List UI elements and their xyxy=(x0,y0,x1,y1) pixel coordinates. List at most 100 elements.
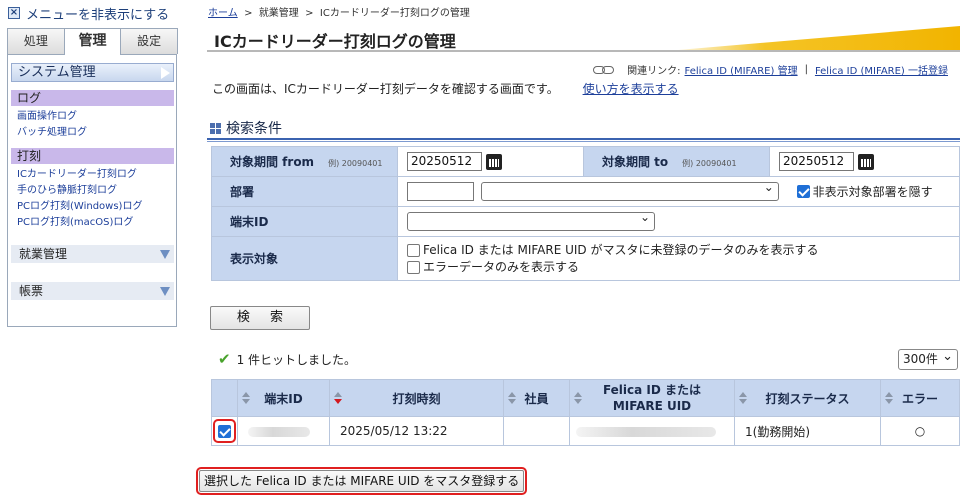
hide-menu-toggle[interactable]: × メニューを非表示にする xyxy=(8,5,170,23)
to-date-input[interactable]: 20250512 xyxy=(779,152,854,171)
from-label: 対象期間 from xyxy=(230,155,315,169)
sort-desc-icon xyxy=(334,392,342,404)
from-label-cell: 対象期間 from 例) 20090401 xyxy=(211,146,398,177)
hide-dept-label: 非表示対象部署を隠す xyxy=(812,185,933,199)
unregistered-only-label: Felica ID または MIFARE UID がマスタに未登録のデータのみを… xyxy=(423,242,819,257)
from-value-cell: 20250512 xyxy=(397,146,584,177)
description-text: この画面は、ICカードリーダー打刻データを確認する画面です。 xyxy=(212,82,559,96)
calendar-icon[interactable] xyxy=(858,153,874,170)
title-underline xyxy=(207,50,960,52)
display-label: 表示対象 xyxy=(230,252,279,266)
dept-select[interactable] xyxy=(480,180,779,201)
col-terminal-id[interactable]: 端末ID xyxy=(237,379,330,417)
sort-icon xyxy=(739,392,747,404)
checkmark-icon: ✔ xyxy=(218,350,231,368)
col-uid-label-1: Felica ID または xyxy=(602,383,702,397)
error-only-label: エラーデータのみを表示する xyxy=(423,259,580,274)
arrow-right-icon xyxy=(161,67,170,79)
breadcrumb-sep: > xyxy=(244,8,253,19)
sidebar: × メニューを非表示にする 処理 管理 設定 システム管理 ログ 画面操作ログ … xyxy=(0,0,184,504)
row-select-highlight xyxy=(213,419,236,443)
row-employee xyxy=(503,416,570,446)
hide-dept-checkbox[interactable] xyxy=(796,185,810,198)
col-felica-uid[interactable]: Felica ID または MIFARE UID xyxy=(569,379,735,417)
col-error[interactable]: エラー xyxy=(880,379,960,417)
row-stamp-status: 1(勤務開始) xyxy=(734,416,881,446)
terminal-id-select[interactable] xyxy=(407,210,655,231)
category-log: ログ xyxy=(11,90,174,106)
col-stamp-status[interactable]: 打刻ステータス xyxy=(734,379,881,417)
breadcrumb-home[interactable]: ホーム xyxy=(208,8,238,19)
sidebar-tabs: 処理 管理 設定 xyxy=(7,28,179,55)
hit-count-text: 1 件ヒットしました。 xyxy=(236,352,357,367)
breadcrumb: ホーム > 就業管理 > ICカードリーダー打刻ログの管理 xyxy=(208,4,470,19)
grid-squares-icon xyxy=(210,122,221,134)
terminal-value-cell xyxy=(397,206,960,237)
unregistered-only-checkbox[interactable] xyxy=(407,243,420,257)
sidebar-item-palm-vein-log[interactable]: 手のひら静脈打刻ログ xyxy=(17,184,117,198)
sort-icon xyxy=(508,392,516,404)
sidebar-item-pc-macos-log[interactable]: PCログ打刻(macOS)ログ xyxy=(17,216,133,230)
display-label-cell: 表示対象 xyxy=(211,236,398,281)
sidebar-item-ic-card-log[interactable]: ICカードリーダー打刻ログ xyxy=(17,168,137,182)
section-work-management[interactable]: 就業管理 xyxy=(11,245,174,263)
triangle-down-icon xyxy=(160,287,170,296)
from-example: 例) 20090401 xyxy=(328,159,383,168)
to-label: 対象期間 to xyxy=(602,155,669,169)
calendar-icon[interactable] xyxy=(486,153,502,170)
triangle-down-icon xyxy=(160,250,170,259)
col-stamp-status-label: 打刻ステータス xyxy=(765,391,850,406)
select-column-header xyxy=(211,379,238,417)
tab-settings[interactable]: 設定 xyxy=(120,28,179,54)
tab-process[interactable]: 処理 xyxy=(7,28,65,54)
search-conditions-heading: 検索条件 xyxy=(210,118,282,138)
sort-icon xyxy=(885,392,893,404)
col-terminal-id-label: 端末ID xyxy=(264,391,303,406)
col-employee[interactable]: 社員 xyxy=(503,379,570,417)
conditions-divider xyxy=(207,138,960,142)
sort-icon xyxy=(574,392,582,404)
row-error: ○ xyxy=(880,416,960,446)
row-stamp-time: 2025/05/12 13:22 xyxy=(329,416,504,446)
system-admin-header[interactable]: システム管理 xyxy=(11,63,174,82)
search-button[interactable]: 検 索 xyxy=(210,306,310,330)
breadcrumb-sep: > xyxy=(305,8,314,19)
search-conditions-title: 検索条件 xyxy=(226,121,282,137)
sidebar-item-screen-log[interactable]: 画面操作ログ xyxy=(17,110,77,124)
sort-icon xyxy=(242,392,250,404)
section-work-label: 就業管理 xyxy=(19,247,68,261)
felica-id-bulk-register-link[interactable]: Felica ID (MIFARE) 一括登録 xyxy=(815,62,948,77)
error-only-checkbox[interactable] xyxy=(407,260,420,274)
section-reports-label: 帳票 xyxy=(19,284,44,298)
from-date-input[interactable]: 20250512 xyxy=(407,152,482,171)
felica-id-manage-link[interactable]: Felica ID (MIFARE) 管理 xyxy=(685,62,798,77)
page-title: ICカードリーダー打刻ログの管理 xyxy=(214,32,456,51)
redacted-terminal-id xyxy=(248,426,310,437)
col-employee-label: 社員 xyxy=(524,391,549,406)
per-page-select[interactable]: 300件 xyxy=(898,347,958,370)
col-stamp-time[interactable]: 打刻時刻 xyxy=(329,379,504,417)
dept-label: 部署 xyxy=(230,185,255,199)
search-conditions-table: 対象期間 from 例) 20090401 20250512 対象期間 to 例) … xyxy=(211,146,960,281)
breadcrumb-current: ICカードリーダー打刻ログの管理 xyxy=(319,8,470,19)
close-box-icon: × xyxy=(8,7,20,19)
to-value-cell: 20250512 xyxy=(769,146,960,177)
sidebar-menu: システム管理 ログ 画面操作ログ バッチ処理ログ 打刻 ICカードリーダー打刻ロ… xyxy=(7,54,177,327)
row-select-checkbox[interactable] xyxy=(218,425,231,438)
col-stamp-time-label: 打刻時刻 xyxy=(392,391,441,406)
system-admin-label: システム管理 xyxy=(18,65,96,80)
section-reports[interactable]: 帳票 xyxy=(11,282,174,300)
usage-link[interactable]: 使い方を表示する xyxy=(583,82,679,96)
sidebar-item-pc-windows-log[interactable]: PCログ打刻(Windows)ログ xyxy=(17,200,142,214)
row-select-cell xyxy=(211,416,238,446)
dept-code-input[interactable] xyxy=(407,182,474,201)
sidebar-item-batch-log[interactable]: バッチ処理ログ xyxy=(17,126,87,140)
hide-menu-label: メニューを非表示にする xyxy=(26,7,170,23)
register-uid-button[interactable]: 選択した Felica ID または MIFARE UID をマスタ登録する xyxy=(195,467,528,495)
dept-value-cell: 非表示対象部署を隠す xyxy=(397,176,960,207)
category-stamp: 打刻 xyxy=(11,148,174,164)
to-example: 例) 20090401 xyxy=(682,159,737,168)
tab-manage[interactable]: 管理 xyxy=(63,28,122,55)
title-swoosh-decoration xyxy=(678,26,960,50)
terminal-label-cell: 端末ID xyxy=(211,206,398,237)
